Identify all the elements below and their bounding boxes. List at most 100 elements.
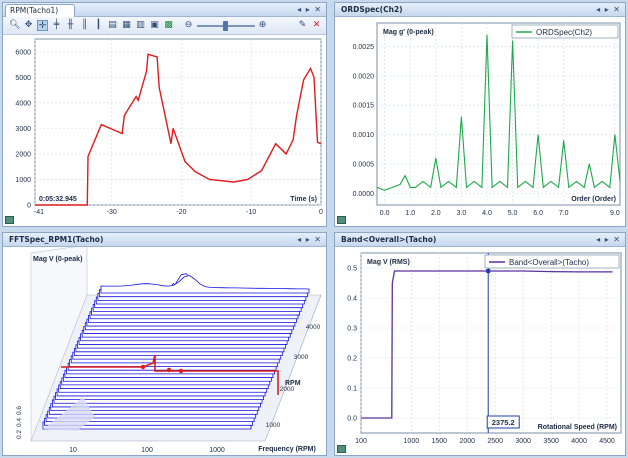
- x-tick-label: 4500: [599, 438, 615, 445]
- x-tick-label: 4.0: [482, 210, 492, 217]
- y-tick-label: 0.0025: [353, 44, 375, 51]
- cursor-marker-point: [166, 367, 172, 373]
- fft-pane: FFTSpec_RPM1(Tacho) ◂ ▸ ✕ 0.6 0.4 0.2 Mag V…: [2, 232, 327, 456]
- x-tick-label: 10: [69, 447, 77, 454]
- zoom-in-icon[interactable]: ⊕: [257, 20, 268, 31]
- y-tick-label: 0.4: [16, 418, 23, 427]
- x-tick-label: 2.0: [431, 210, 441, 217]
- export-icon[interactable]: ▦: [121, 20, 132, 31]
- pin-icon[interactable]: ✎: [297, 20, 308, 31]
- y-tick-label: 0.0: [347, 416, 357, 423]
- rpm-toolbar: 🔍︎ ✥ ✛ ╪ ╫ ║ ┃ ▤ ▦ ▥ ▣ ▩ ⊖ ⊕ ✎ ✕: [3, 17, 326, 35]
- excel-icon-2[interactable]: ▩: [163, 20, 174, 31]
- pan-icon[interactable]: ✥: [23, 20, 34, 31]
- y-tick-label: 0.4: [347, 296, 357, 303]
- y-tick-label: 6000: [15, 49, 31, 56]
- cursor-value-label: 2375.2: [492, 418, 515, 427]
- pane-nav-buttons[interactable]: ◂ ▸ ✕: [596, 4, 621, 16]
- plot-frame: [360, 252, 622, 434]
- z-tick-label: 3000: [294, 354, 309, 361]
- plot-frame: [376, 22, 621, 206]
- band-chart: 0.5 0.4 0.3 0.2 0.1 0.0 100 1000 1500 2000 2500 300…: [347, 252, 622, 445]
- band-pane: Band<Overall>(Tacho) ◂ ▸ ✕ 0.5 0.4 0.3 0.2 0…: [334, 232, 626, 456]
- x-axis-title: Order (Order): [571, 196, 616, 203]
- resize-handle-icon[interactable]: [337, 216, 346, 224]
- x-axis-title: Frequency (RPM): [258, 446, 316, 453]
- x-tick-label: 100: [141, 447, 153, 454]
- y-axis-title: Mag g' (0-peak): [383, 29, 434, 36]
- y-tick-label: 0.2: [16, 430, 23, 439]
- tab-band-overall[interactable]: Band<Overall>(Tacho): [337, 234, 452, 247]
- x-tick-label: 2000: [459, 438, 475, 445]
- x-tick-label: 0.0: [380, 210, 390, 217]
- pane-nav-buttons[interactable]: ◂ ▸ ✕: [297, 4, 322, 16]
- z-tick-label: 4000: [306, 324, 321, 331]
- x-axis-title: Time (s): [290, 196, 317, 203]
- x-tick-label: 5.0: [508, 210, 518, 217]
- y-tick-label: 0.3: [347, 326, 357, 333]
- cursor-handle: [486, 269, 491, 273]
- x-tick-label: -10: [246, 209, 256, 216]
- x-tick-label: 0: [319, 209, 323, 216]
- y-tick-label: 0.0010: [353, 132, 375, 139]
- y-tick-label: 0.0000: [353, 191, 375, 198]
- x-tick-label: 7.0: [559, 210, 569, 217]
- x-tick-label: -41: [34, 209, 44, 216]
- zoom-out-icon[interactable]: ⊖: [183, 20, 194, 31]
- y-tick-label: 0: [27, 203, 31, 210]
- tab-fftspec-rpm1[interactable]: FFTSpec_RPM1(Tacho): [5, 234, 119, 247]
- x-tick-label: 100: [355, 438, 367, 445]
- y-tick-label: 1000: [15, 177, 31, 184]
- resize-handle-icon[interactable]: [337, 445, 346, 453]
- rpm-chart: 6000500040003000200010000-41 -30 -20 -10 00:…: [15, 38, 323, 216]
- x-axis-title: Rotational Speed (RPM): [538, 424, 617, 431]
- zoom-icon[interactable]: 🔍︎: [9, 20, 20, 31]
- cross-icon[interactable]: ╪: [51, 20, 62, 31]
- timestamp-label: 0:05:32.945: [39, 196, 77, 203]
- x-tick-label: 3.0: [457, 210, 467, 217]
- y-tick-label: 0.2: [347, 356, 357, 363]
- print-icon[interactable]: ▥: [135, 20, 146, 31]
- close-icon[interactable]: ✕: [311, 20, 322, 31]
- tab-rpm-tacho1[interactable]: RPM(Tacho1): [5, 4, 76, 17]
- copy-icon[interactable]: ▤: [107, 20, 118, 31]
- x-tick-label: 1000: [404, 438, 420, 445]
- ord-titlebar: ORDSpec(Ch2) ◂ ▸ ✕: [335, 3, 625, 17]
- fft-chart: 0.6 0.4 0.2 Mag V (0-peak) 10 100 1000 Frequenc…: [16, 247, 322, 454]
- z-tick-label: 1000: [266, 422, 281, 429]
- y-axis-title: Mag V (RMS): [367, 259, 410, 266]
- y-axis-title: Mag V (0-peak): [33, 256, 82, 263]
- y-tick-label: 0.0015: [353, 103, 375, 110]
- y-tick-label: 4000: [15, 100, 31, 107]
- peak-icon[interactable]: ╫: [65, 20, 76, 31]
- band-icon[interactable]: ┃: [93, 20, 104, 31]
- excel-icon[interactable]: ▣: [149, 20, 160, 31]
- x-tick-label: -20: [176, 209, 186, 216]
- pane-nav-buttons[interactable]: ◂ ▸ ✕: [596, 234, 621, 246]
- y-tick-label: 0.6: [16, 406, 23, 415]
- x-tick-label: 2500: [487, 438, 503, 445]
- x-tick-label: 1.0: [405, 210, 415, 217]
- ord-pane: ORDSpec(Ch2) ◂ ▸ ✕ 0.0025 0.0020 0.0015 0.0…: [334, 2, 626, 227]
- z-tick-label: 2000: [280, 386, 295, 393]
- legend-label: Band<Overall>(Tacho): [509, 258, 589, 267]
- resize-handle-icon[interactable]: [5, 216, 14, 224]
- fft-titlebar: FFTSpec_RPM1(Tacho) ◂ ▸ ✕: [3, 233, 326, 247]
- harmonic-icon[interactable]: ║: [79, 20, 90, 31]
- y-tick-label: 0.0005: [353, 161, 375, 168]
- x-tick-label: 3000: [515, 438, 531, 445]
- x-tick-label: 1500: [431, 438, 447, 445]
- x-tick-label: 4000: [571, 438, 587, 445]
- x-tick-label: -30: [107, 209, 117, 216]
- zoom-slider-thumb[interactable]: [223, 21, 228, 31]
- x-tick-label: 9.0: [610, 210, 620, 217]
- y-tick-label: 2000: [15, 151, 31, 158]
- x-tick-label: 1000: [209, 447, 225, 454]
- y-tick-label: 0.1: [347, 386, 357, 393]
- pane-nav-buttons[interactable]: ◂ ▸ ✕: [297, 234, 322, 246]
- cursor-marker-point: [178, 368, 184, 374]
- tab-ordspec-ch2[interactable]: ORDSpec(Ch2): [337, 4, 419, 17]
- cursor-icon[interactable]: ✛: [37, 20, 48, 31]
- y-tick-label: 0.5: [347, 266, 357, 273]
- ord-chart: 0.0025 0.0020 0.0015 0.0010 0.0005 0.0000 0.0 1…: [353, 22, 621, 217]
